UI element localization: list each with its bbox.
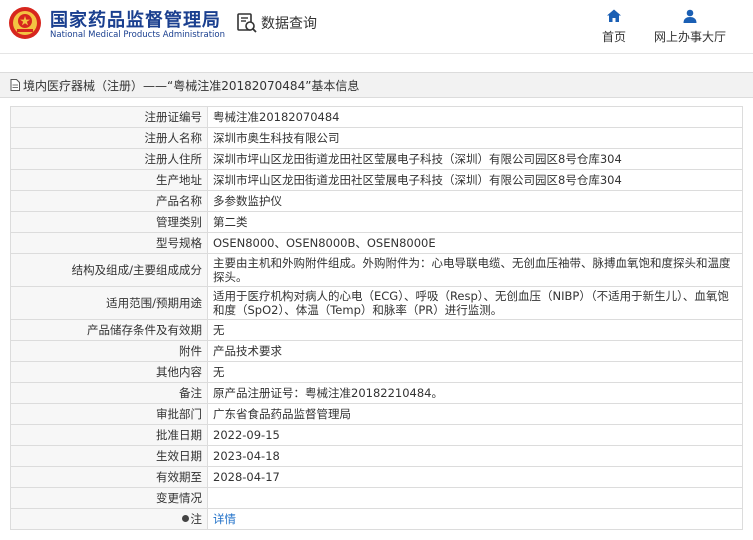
nav-home-label: 首页: [601, 30, 626, 44]
table-row: 审批部门 广东省食品药品监督管理局: [10, 403, 743, 425]
table-row: 管理类别 第二类: [10, 211, 743, 233]
home-icon: [607, 9, 621, 22]
table-row: 适用范围/预期用途 适用于医疗机构对病人的心电（ECG）、呼吸（Resp）、无创血…: [10, 286, 743, 320]
section-title: 境内医疗器械（注册）——“粤械注准20182070484”基本信息: [23, 78, 360, 93]
table-row: 注册人名称 深圳市奥生科技有限公司: [10, 127, 743, 149]
field-value: OSEN8000、OSEN8000B、OSEN8000E: [207, 232, 743, 254]
document-search-icon: [237, 13, 257, 33]
field-key: 变更情况: [10, 487, 208, 509]
field-value: 主要由主机和外购附件组成。外购附件为：心电导联电缆、无创血压袖带、脉搏血氧饱和度…: [207, 253, 743, 287]
field-value: 深圳市奥生科技有限公司: [207, 127, 743, 149]
table-row: 产品名称 多参数监护仪: [10, 190, 743, 212]
field-key: 生产地址: [10, 169, 208, 191]
site-header: 国家药品监督管理局 National Medical Products Admi…: [0, 0, 753, 54]
field-value: 深圳市坪山区龙田街道龙田社区莹展电子科技（深圳）有限公司园区8号仓库304: [207, 148, 743, 170]
field-value: 多参数监护仪: [207, 190, 743, 212]
field-key: 批准日期: [10, 424, 208, 446]
field-key: 其他内容: [10, 361, 208, 383]
field-value: 广东省食品药品监督管理局: [207, 403, 743, 425]
table-row: 备注 原产品注册证号：粤械注准20182210484。: [10, 382, 743, 404]
note-key-cell: 注: [10, 508, 208, 530]
data-query-link[interactable]: 数据查询: [236, 12, 317, 34]
table-row: 生产地址 深圳市坪山区龙田街道龙田社区莹展电子科技（深圳）有限公司园区8号仓库30…: [10, 169, 743, 191]
table-row: 附件 产品技术要求: [10, 340, 743, 362]
note-key: 注: [190, 512, 203, 526]
field-key: 管理类别: [10, 211, 208, 233]
field-value: [207, 487, 743, 509]
field-key: 产品储存条件及有效期: [10, 319, 208, 341]
field-value: 2023-04-18: [207, 445, 743, 467]
document-icon: [10, 79, 20, 91]
user-icon: [683, 9, 697, 23]
table-row: 注册证编号 粤械注准20182070484: [10, 106, 743, 128]
field-value: 第二类: [207, 211, 743, 233]
details-link[interactable]: 详情: [213, 512, 236, 526]
field-key: 结构及组成/主要组成成分: [10, 253, 208, 287]
field-key: 适用范围/预期用途: [10, 286, 208, 320]
field-key: 有效期至: [10, 466, 208, 488]
field-value: 粤械注准20182070484: [207, 106, 743, 128]
field-key: 注册人住所: [10, 148, 208, 170]
org-name-en: National Medical Products Administration: [50, 30, 225, 40]
section-title-bar: 境内医疗器械（注册）——“粤械注准20182070484”基本信息: [0, 72, 753, 98]
table-row: 型号规格 OSEN8000、OSEN8000B、OSEN8000E: [10, 232, 743, 254]
field-key: 注册证编号: [10, 106, 208, 128]
field-value: 2022-09-15: [207, 424, 743, 446]
nav-online-label: 网上办事大厅: [653, 30, 726, 44]
table-row: 产品储存条件及有效期无: [10, 319, 743, 341]
table-row: 批准日期 2022-09-15: [10, 424, 743, 446]
field-key: 附件: [10, 340, 208, 362]
field-value: 深圳市坪山区龙田街道龙田社区莹展电子科技（深圳）有限公司园区8号仓库304: [207, 169, 743, 191]
field-key: 备注: [10, 382, 208, 404]
nav-home[interactable]: 首页: [598, 8, 630, 45]
field-value: 适用于医疗机构对病人的心电（ECG）、呼吸（Resp）、无创血压（NIBP）（不…: [207, 286, 743, 320]
field-key: 注册人名称: [10, 127, 208, 149]
nmpa-emblem-icon: [9, 7, 41, 39]
registration-info-table: 注册证编号 粤械注准20182070484 注册人名称 深圳市奥生科技有限公司 注册…: [10, 106, 743, 530]
table-row: 变更情况: [10, 487, 743, 509]
table-row: 生效日期 2023-04-18: [10, 445, 743, 467]
org-name-cn: 国家药品监督管理局: [50, 10, 221, 31]
table-row: 注 详情: [10, 508, 743, 530]
table-row: 注册人住所 深圳市坪山区龙田街道龙田社区莹展电子科技（深圳）有限公司园区8号仓库3…: [10, 148, 743, 170]
field-key: 产品名称: [10, 190, 208, 212]
field-value: 产品技术要求: [207, 340, 743, 362]
table-row: 有效期至 2028-04-17: [10, 466, 743, 488]
field-key: 审批部门: [10, 403, 208, 425]
table-row: 其他内容无: [10, 361, 743, 383]
nav-online-service[interactable]: 网上办事大厅: [650, 8, 730, 45]
field-key: 生效日期: [10, 445, 208, 467]
bullet-icon: [181, 515, 189, 522]
field-value: 原产品注册证号：粤械注准20182210484。: [207, 382, 743, 404]
field-value: 无: [207, 319, 743, 341]
field-key: 型号规格: [10, 232, 208, 254]
field-value: 无: [207, 361, 743, 383]
data-query-label: 数据查询: [261, 16, 317, 32]
field-value: 2028-04-17: [207, 466, 743, 488]
table-row: 结构及组成/主要组成成分 主要由主机和外购附件组成。外购附件为：心电导联电缆、无创…: [10, 253, 743, 287]
note-value-cell: 详情: [207, 508, 743, 530]
